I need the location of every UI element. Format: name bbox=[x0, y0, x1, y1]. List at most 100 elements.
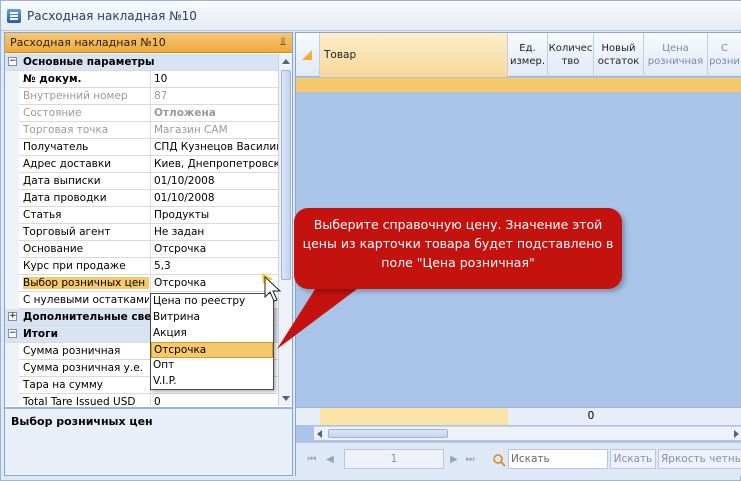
property-row[interactable]: Статья Продукты bbox=[5, 207, 278, 224]
horizontal-scrollbar[interactable] bbox=[314, 426, 741, 440]
column-header-unit[interactable]: Ед. измер. bbox=[508, 33, 548, 77]
row-gutter bbox=[5, 71, 19, 88]
mouse-cursor-icon bbox=[262, 273, 282, 302]
property-row[interactable]: № докум. 10 bbox=[5, 71, 278, 88]
callout-text: Выберите справочную цену. Значение этой … bbox=[302, 217, 614, 270]
last-page-icon[interactable]: ⏭ bbox=[464, 454, 476, 466]
property-row[interactable]: Total Tare Issued USD 0 bbox=[5, 394, 278, 406]
row-gutter bbox=[5, 207, 19, 224]
property-label: Торговая точка bbox=[23, 124, 109, 136]
first-page-icon[interactable]: ⏮ bbox=[306, 454, 318, 466]
property-row[interactable]: Дата проводки 01/10/2008 bbox=[5, 190, 278, 207]
property-value[interactable]: Магазин САМ bbox=[150, 122, 278, 138]
property-value[interactable]: 01/10/2008 bbox=[150, 173, 278, 189]
row-gutter bbox=[5, 139, 19, 156]
properties-panel: Расходная накладная №10 ⫫ − Основные пара… bbox=[4, 32, 293, 476]
column-header-product[interactable]: Товар bbox=[320, 33, 508, 77]
search-input[interactable]: Искать bbox=[508, 449, 608, 469]
grid-corner[interactable] bbox=[296, 33, 320, 77]
property-value[interactable]: 0 bbox=[150, 394, 278, 406]
page-number[interactable]: 1 bbox=[344, 449, 444, 469]
row-gutter bbox=[5, 173, 19, 190]
property-row[interactable]: Торговая точка Магазин САМ bbox=[5, 122, 278, 139]
price-dropdown-list[interactable]: Цена по реестру Витрина Акция Отсрочка Опт V.… bbox=[150, 293, 274, 390]
expand-icon[interactable]: + bbox=[8, 312, 17, 321]
property-value[interactable]: СПД Кузнецов Василий bbox=[150, 139, 278, 155]
vertical-scrollbar[interactable] bbox=[278, 54, 292, 406]
even-rows-brightness[interactable]: Яркость четных строк bbox=[658, 449, 741, 469]
window-title: Расходная накладная №10 bbox=[27, 9, 197, 23]
property-row[interactable]: Торговый агент Не задан bbox=[5, 224, 278, 241]
scroll-left-icon[interactable] bbox=[317, 430, 322, 438]
property-value[interactable]: 87 bbox=[150, 88, 278, 104]
scroll-down-icon[interactable] bbox=[282, 396, 290, 401]
property-category[interactable]: − Основные параметры bbox=[5, 54, 278, 71]
scroll-thumb[interactable] bbox=[281, 70, 291, 280]
property-row[interactable]: Курс при продаже 5,3 bbox=[5, 258, 278, 275]
dropdown-option[interactable]: Цена по реестру bbox=[151, 294, 273, 310]
property-value[interactable]: 10 bbox=[150, 71, 278, 87]
summary-product-cell bbox=[320, 408, 508, 425]
horizontal-scroll-thumb[interactable] bbox=[328, 429, 448, 438]
dropdown-option[interactable]: Витрина bbox=[151, 310, 273, 326]
prev-page-icon[interactable]: ◀ bbox=[324, 454, 336, 466]
scroll-right-icon[interactable] bbox=[734, 430, 739, 438]
column-header-label: Товар bbox=[324, 48, 357, 61]
pin-icon[interactable]: ⫫ bbox=[280, 35, 286, 49]
property-row[interactable]: Состояние Отложена bbox=[5, 105, 278, 122]
next-page-icon[interactable]: ▶ bbox=[448, 454, 460, 466]
column-header-new-balance[interactable]: Новый остаток bbox=[594, 33, 644, 77]
row-gutter bbox=[5, 377, 19, 394]
property-label: Выбор розничных цен bbox=[23, 277, 149, 289]
dropdown-option[interactable]: Отсрочка bbox=[151, 342, 273, 358]
selected-row[interactable] bbox=[296, 78, 741, 92]
property-label: Total Tare Issued USD bbox=[23, 396, 136, 406]
property-value[interactable]: Отсрочка bbox=[150, 241, 278, 257]
row-gutter bbox=[5, 190, 19, 207]
property-label: Основание bbox=[23, 243, 84, 255]
property-row[interactable]: Получатель СПД Кузнецов Василий bbox=[5, 139, 278, 156]
property-value[interactable]: Продукты bbox=[150, 207, 278, 223]
property-row[interactable]: Внутренний номер 87 bbox=[5, 88, 278, 105]
row-gutter bbox=[5, 258, 19, 275]
column-header-label: Количес тво bbox=[548, 43, 593, 67]
app-window: Расходная накладная №10 Расходная наклад… bbox=[0, 0, 741, 481]
property-row[interactable]: Дата выписки 01/10/2008 bbox=[5, 173, 278, 190]
description-title: Выбор розничных цен bbox=[11, 415, 153, 428]
column-header-retail-price[interactable]: Цена розничная bbox=[644, 33, 708, 77]
property-label: Тара на сумму bbox=[23, 379, 103, 391]
property-value[interactable]: Киев, Днепропетровска bbox=[150, 156, 278, 172]
title-bar: Расходная накладная №10 bbox=[1, 1, 741, 31]
row-gutter bbox=[5, 241, 19, 258]
dropdown-option[interactable]: Акция bbox=[151, 326, 273, 342]
document-icon bbox=[7, 9, 21, 23]
column-header-label: Новый остаток bbox=[597, 43, 640, 67]
property-label: Торговый агент bbox=[23, 226, 111, 238]
property-value[interactable]: 01/10/2008 bbox=[150, 190, 278, 206]
property-label: Состояние bbox=[23, 107, 82, 119]
collapse-icon[interactable]: − bbox=[8, 57, 17, 66]
property-row[interactable]: Выбор розничных цен Отсрочка bbox=[5, 275, 278, 292]
property-value[interactable]: Не задан bbox=[150, 224, 278, 240]
category-label: Основные параметры bbox=[23, 56, 155, 68]
property-label: С нулевыми остатками bbox=[23, 294, 149, 306]
corner-triangle-icon bbox=[302, 50, 312, 60]
search-icon bbox=[493, 454, 506, 467]
row-gutter bbox=[5, 105, 19, 122]
collapse-icon[interactable]: − bbox=[8, 329, 17, 338]
property-label: Курс при продаже bbox=[23, 260, 126, 272]
column-header-quantity[interactable]: Количес тво bbox=[548, 33, 594, 77]
property-label: Адрес доставки bbox=[23, 158, 112, 170]
search-button[interactable]: Искать bbox=[610, 449, 656, 469]
row-gutter bbox=[5, 88, 19, 105]
property-value[interactable]: Отложена bbox=[150, 105, 278, 121]
property-row[interactable]: Основание Отсрочка bbox=[5, 241, 278, 258]
dropdown-option[interactable]: V.I.P. bbox=[151, 374, 273, 390]
row-gutter bbox=[5, 275, 19, 292]
property-row[interactable]: Адрес доставки Киев, Днепропетровска bbox=[5, 156, 278, 173]
column-header-retail-sum[interactable]: С розни bbox=[708, 33, 741, 77]
panel-header: Расходная накладная №10 ⫫ bbox=[5, 33, 292, 53]
property-label: Дата выписки bbox=[23, 175, 101, 187]
dropdown-option[interactable]: Опт bbox=[151, 358, 273, 374]
scroll-up-icon[interactable] bbox=[282, 59, 290, 64]
